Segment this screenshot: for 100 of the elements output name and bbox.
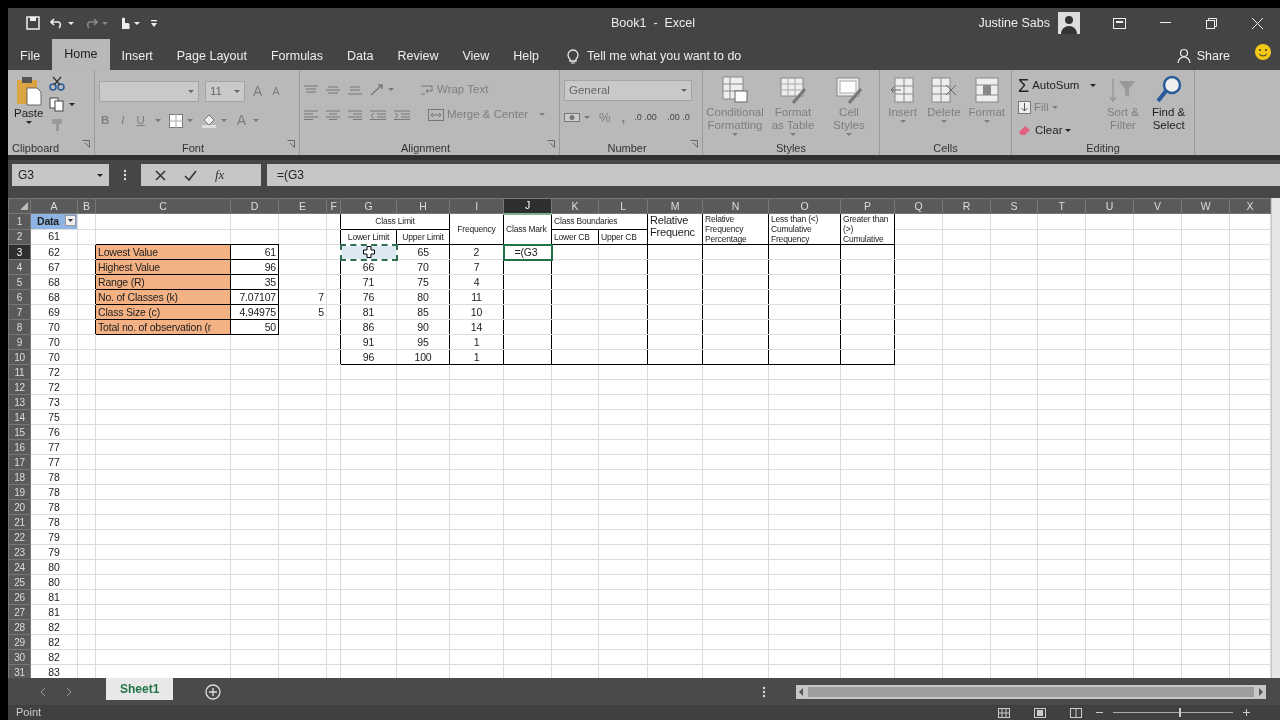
dialog-launcher-icon[interactable] (287, 140, 295, 148)
tell-me-search[interactable]: Tell me what you want to do (587, 46, 742, 66)
redo-button[interactable] (84, 17, 108, 29)
fill-color-button[interactable] (200, 113, 227, 128)
column-header[interactable]: U (1085, 198, 1134, 214)
sheet-cell: 77 (30, 454, 78, 470)
clear-button[interactable]: Clear (1016, 120, 1099, 140)
column-header[interactable]: N (702, 198, 769, 214)
reference-cell[interactable] (340, 244, 397, 260)
borders-button[interactable] (168, 113, 193, 128)
normal-view-icon[interactable] (998, 707, 1010, 718)
vertical-scrollbar[interactable] (1271, 198, 1280, 678)
currency-button[interactable] (564, 112, 590, 124)
dialog-launcher-icon[interactable] (547, 140, 555, 148)
sheet-cell: 81 (30, 604, 78, 620)
sheet-cell: 82 (30, 619, 78, 635)
number-format-field[interactable]: General (564, 80, 692, 101)
caret-icon (102, 21, 108, 25)
menu-tab[interactable]: Page Layout (164, 42, 259, 70)
more-icon[interactable] (762, 685, 766, 698)
caret-icon (186, 119, 193, 122)
menu-tab[interactable]: Help (501, 42, 552, 70)
column-header[interactable]: T (1037, 198, 1086, 214)
previous-sheet-icon[interactable] (40, 687, 46, 696)
eraser-icon (1018, 124, 1032, 136)
column-header[interactable]: R (942, 198, 991, 214)
column-header[interactable]: J (503, 198, 552, 214)
more-icon[interactable] (123, 169, 127, 181)
copy-button[interactable] (49, 97, 76, 112)
column-header[interactable]: O (768, 198, 841, 214)
save-icon[interactable] (26, 16, 40, 30)
cut-icon[interactable] (49, 76, 66, 91)
increase-decimal-button[interactable]: .0 .00 (634, 113, 661, 123)
page-break-icon[interactable] (1070, 707, 1082, 718)
menu-tab[interactable]: Home (52, 39, 110, 70)
next-sheet-icon[interactable] (66, 687, 72, 696)
formula-field[interactable]: =(G3 (267, 164, 1280, 186)
column-header[interactable]: H (396, 198, 450, 214)
column-header[interactable]: M (647, 198, 703, 214)
column-header[interactable]: S (990, 198, 1038, 214)
page-layout-icon[interactable] (1034, 707, 1046, 718)
active-cell[interactable]: =(G3 (503, 244, 552, 260)
horizontal-scrollbar[interactable] (796, 684, 1266, 699)
sheet-cell: 61 (30, 229, 78, 245)
lightbulb-icon (567, 48, 580, 64)
group-label: Editing (1086, 142, 1120, 154)
zoom-out-icon[interactable] (1096, 709, 1103, 716)
menu-tab[interactable]: Formulas (258, 42, 336, 70)
dialog-launcher-icon[interactable] (82, 140, 90, 148)
sheet-cell: 78 (30, 469, 78, 485)
name-box[interactable]: G3 (12, 164, 109, 186)
undo-button[interactable] (50, 17, 74, 29)
scroll-thumb[interactable] (808, 686, 1254, 697)
dialog-launcher-icon[interactable] (690, 140, 698, 148)
filter-button[interactable] (65, 215, 76, 226)
restore-icon[interactable] (1205, 17, 1217, 29)
customize-icon[interactable] (150, 18, 158, 28)
column-header[interactable]: Q (894, 198, 943, 214)
fill-down-icon (1018, 101, 1031, 115)
share-button[interactable]: Share (1176, 42, 1230, 70)
column-header[interactable]: A (30, 198, 78, 214)
column-header[interactable]: E (278, 198, 327, 214)
font-name-field[interactable] (99, 81, 199, 102)
menu-tab[interactable]: Review (385, 42, 451, 70)
column-header[interactable]: D (230, 198, 279, 214)
column-header[interactable]: X (1229, 198, 1271, 214)
group-label: Styles (776, 142, 806, 154)
paste-button[interactable]: Paste (12, 74, 46, 140)
menu-tab[interactable]: Insert (109, 42, 165, 70)
cancel-icon[interactable] (155, 169, 166, 181)
column-header[interactable]: C (95, 198, 231, 214)
insert-function-button[interactable]: fx (215, 165, 225, 185)
decrease-decimal-button[interactable]: .00 .0 (667, 113, 694, 123)
close-icon[interactable] (1251, 17, 1263, 29)
enter-icon[interactable] (184, 169, 197, 181)
zoom-in-icon[interactable] (1243, 709, 1250, 716)
ribbon-display-icon[interactable] (1112, 17, 1126, 29)
column-header[interactable]: W (1181, 198, 1230, 214)
column-header[interactable]: L (598, 198, 648, 214)
column-header[interactable]: I (449, 198, 504, 214)
column-header[interactable]: G (340, 198, 397, 214)
avatar-icon[interactable] (1058, 12, 1080, 34)
sheet-cell: 4.94975 (230, 304, 279, 320)
menu-tab[interactable]: Data (335, 42, 386, 70)
column-header[interactable]: K (551, 198, 599, 214)
add-sheet-icon[interactable] (205, 683, 222, 700)
sheet-cell: 80 (396, 289, 450, 305)
select-all-button[interactable] (8, 198, 31, 214)
font-size-field[interactable]: 11 (205, 81, 245, 102)
minimize-icon[interactable] (1159, 22, 1171, 24)
find-select-button[interactable]: Find & Select (1147, 74, 1190, 140)
undo-icon (50, 17, 64, 29)
caret-icon (539, 113, 546, 117)
sheet-cell: 66 (340, 259, 397, 275)
column-header[interactable]: P (840, 198, 895, 214)
column-heading: Class Mark (503, 213, 552, 245)
menu-tab[interactable]: View (450, 42, 502, 70)
sheet-tab[interactable]: Sheet1 (106, 678, 174, 700)
menu-tab[interactable]: File (8, 42, 53, 70)
column-header[interactable]: V (1133, 198, 1182, 214)
